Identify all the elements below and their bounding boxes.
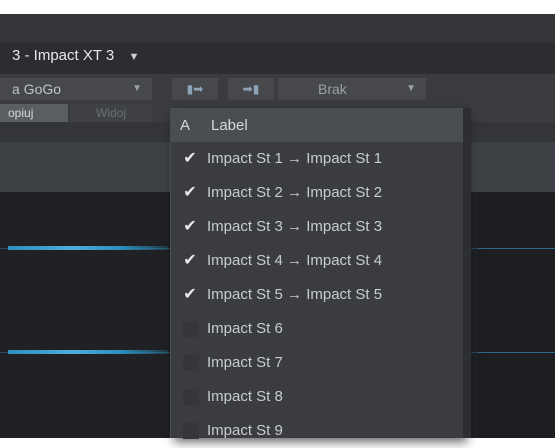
dropdown-item[interactable]: Impact St 6: [171, 312, 463, 346]
route-in-button[interactable]: ▮➡: [172, 78, 218, 100]
item-label: Impact St 9: [207, 422, 283, 439]
preset-select[interactable]: a GoGo ▼: [0, 78, 152, 100]
track-lane-right: [478, 192, 555, 438]
column-label: Label: [211, 117, 248, 134]
item-label: Impact St 8: [207, 388, 283, 405]
chevron-down-icon: ▼: [132, 83, 142, 94]
waveform: [8, 350, 168, 354]
routing-select[interactable]: Brak ▼: [278, 78, 426, 100]
waveform: [8, 246, 168, 250]
chevron-down-icon: ▼: [406, 83, 416, 94]
lane-divider: [478, 248, 555, 249]
dropdown-item[interactable]: ✔ Impact St 4 → Impact St 4: [171, 244, 463, 278]
routing-value: Brak: [318, 81, 347, 97]
route-out-icon: ➡▮: [242, 82, 260, 96]
checkmark-icon: ✔: [183, 286, 197, 303]
dropdown-item[interactable]: Impact St 9: [171, 414, 463, 448]
dropdown-list: ✔ Impact St 1 → Impact St 1 ✔ Impact St …: [171, 142, 463, 448]
view-button[interactable]: Widoj: [70, 104, 152, 122]
item-label: Impact St 3 → Impact St 3: [207, 218, 383, 235]
dropdown-item[interactable]: ✔ Impact St 1 → Impact St 1: [171, 142, 463, 176]
item-label: Impact St 5 → Impact St 5: [207, 286, 383, 303]
dropdown-scrollbar[interactable]: [463, 108, 471, 438]
item-label: Impact St 1 → Impact St 1: [207, 150, 383, 167]
preset-value: a GoGo: [12, 81, 62, 97]
caret-down-icon: ▼: [128, 51, 140, 63]
dropdown-item[interactable]: Impact St 8: [171, 380, 463, 414]
output-routing-dropdown: A Label ✔ Impact St 1 → Impact St 1 ✔ Im…: [170, 108, 471, 439]
checkmark-icon: ✔: [183, 150, 197, 167]
empty-checkbox-icon: [179, 414, 201, 448]
item-label: Impact St 2 → Impact St 2: [207, 184, 383, 201]
dropdown-item[interactable]: Impact St 7: [171, 346, 463, 380]
dropdown-item[interactable]: ✔ Impact St 2 → Impact St 2: [171, 176, 463, 210]
route-out-button[interactable]: ➡▮: [228, 78, 274, 100]
dropdown-item[interactable]: ✔ Impact St 5 → Impact St 5: [171, 278, 463, 312]
item-label: Impact St 4 → Impact St 4: [207, 252, 383, 269]
checkmark-icon: ✔: [183, 252, 197, 269]
lane-divider: [478, 352, 555, 353]
empty-checkbox-icon: [179, 312, 201, 346]
item-label: Impact St 7: [207, 354, 283, 371]
track-selector[interactable]: 3 - Impact XT 3 ▼: [12, 44, 139, 68]
dropdown-item[interactable]: ✔ Impact St 3 → Impact St 3: [171, 210, 463, 244]
copy-button-label: opiuj: [8, 106, 34, 120]
track-title: 3 - Impact XT 3: [12, 47, 115, 64]
empty-checkbox-icon: [179, 380, 201, 414]
dropdown-header: A Label: [171, 108, 463, 142]
route-in-icon: ▮➡: [186, 82, 204, 96]
copy-button[interactable]: opiuj: [0, 104, 68, 122]
empty-checkbox-icon: [179, 346, 201, 380]
sort-toggle[interactable]: A: [180, 117, 190, 134]
item-label: Impact St 6: [207, 320, 283, 337]
view-button-label: Widoj: [95, 106, 126, 120]
checkmark-icon: ✔: [183, 184, 197, 201]
checkmark-icon: ✔: [183, 218, 197, 235]
